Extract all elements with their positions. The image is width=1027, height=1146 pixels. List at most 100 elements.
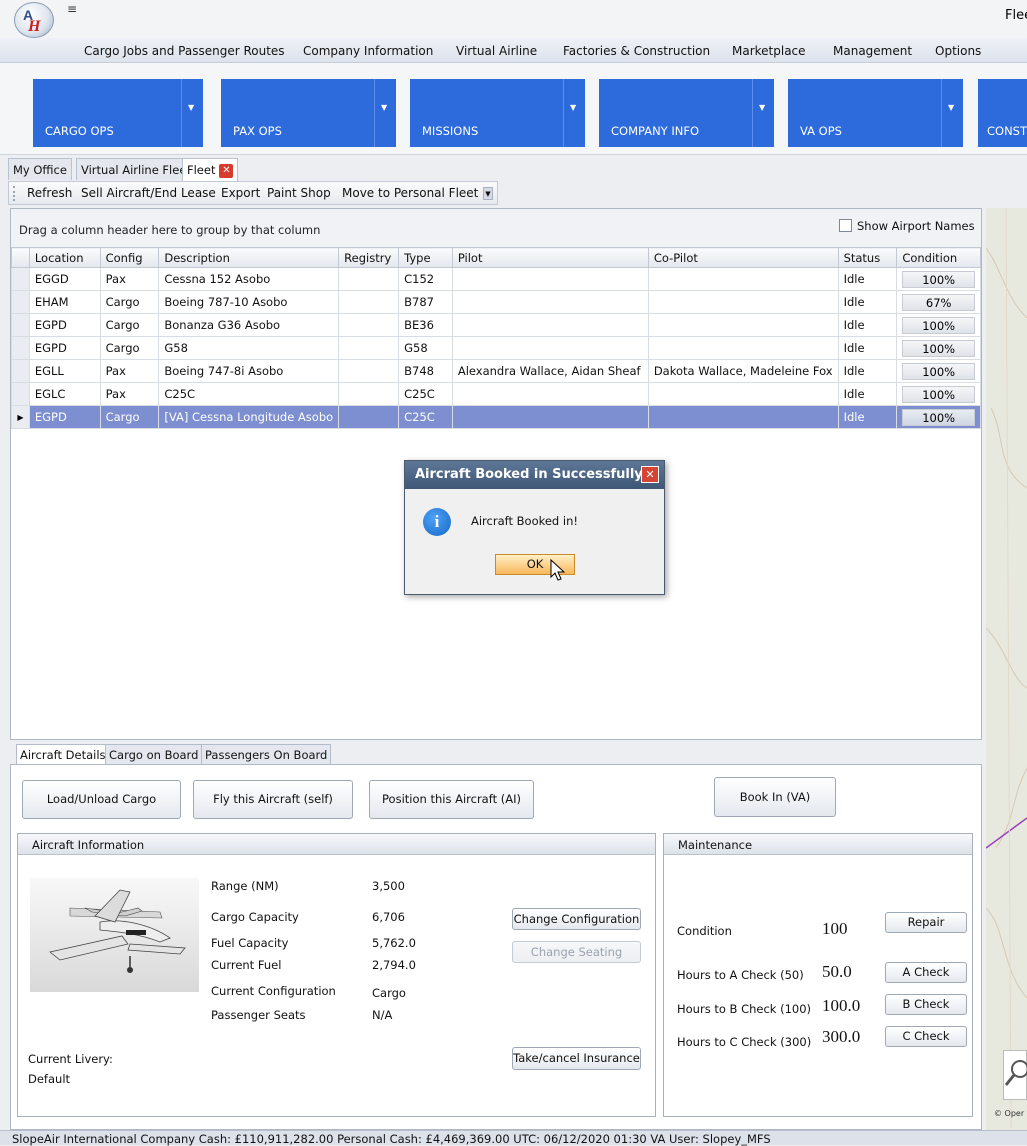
show-airport-names-checkbox[interactable]: Show Airport Names — [839, 219, 975, 233]
map-roads — [986, 208, 1027, 1129]
book-in-va-button[interactable]: Book In (VA) — [714, 777, 836, 817]
column-header-status[interactable]: Status — [837, 247, 898, 268]
dialog-title-bar[interactable]: Aircraft Booked in Successfully! ✕ — [405, 461, 664, 489]
cell-status: Idle — [837, 290, 898, 314]
tab-virtual-airline-fleet[interactable]: Virtual Airline Fleet — [76, 158, 196, 180]
maintenance-group: Maintenance Condition 100 Repair Hours t… — [663, 833, 973, 1117]
cell-config: Pax — [99, 382, 160, 406]
table-row[interactable]: EGPD Cargo Bonanza G36 Asobo BE36 Idle 1… — [11, 313, 981, 337]
row-indicator[interactable] — [11, 313, 30, 337]
move-to-personal-fleet-button[interactable]: Move to Personal Fleet — [342, 186, 478, 200]
menu-virtual-airline[interactable]: Virtual Airline — [456, 44, 537, 58]
table-row[interactable]: EGGD Pax Cessna 152 Asobo C152 Idle 100% — [11, 267, 981, 291]
menu-cargo-jobs[interactable]: Cargo Jobs and Passenger Routes — [84, 44, 285, 58]
current-configuration-value: Cargo — [372, 986, 406, 1000]
dialog-close-icon[interactable]: ✕ — [641, 466, 659, 483]
a-check-hours: 50.0 — [822, 962, 852, 981]
refresh-button[interactable]: Refresh — [27, 186, 72, 200]
passenger-seats-value: N/A — [372, 1008, 393, 1022]
column-header-condition[interactable]: Condition — [896, 247, 981, 268]
cell-location: EHAM — [28, 290, 101, 314]
ribbon-company-info[interactable]: COMPANY INFO ▼ — [599, 79, 774, 147]
table-row[interactable]: EGLC Pax C25C C25C Idle 100% — [11, 382, 981, 406]
ribbon-dropdown[interactable]: ▼ — [563, 79, 585, 147]
table-row-selected[interactable]: ▶ EGPD Cargo [VA] Cessna Longitude Asobo… — [11, 405, 981, 429]
ribbon-dropdown[interactable]: ▼ — [941, 79, 963, 147]
ribbon-cargo-ops[interactable]: CARGO OPS ▼ — [33, 79, 203, 147]
column-header-location[interactable]: Location — [28, 247, 101, 268]
change-configuration-button[interactable]: Change Configuration — [512, 908, 641, 930]
condition-bar: 100% — [902, 339, 975, 357]
repair-button[interactable]: Repair — [885, 912, 967, 933]
table-row[interactable]: EHAM Cargo Boeing 787-10 Asobo B787 Idle… — [11, 290, 981, 314]
cell-type: BE36 — [398, 313, 453, 337]
menu-options[interactable]: Options — [935, 44, 981, 58]
table-row[interactable]: EGPD Cargo G58 G58 Idle 100% — [11, 336, 981, 360]
ribbon-construction[interactable]: CONST — [978, 79, 1027, 147]
map-attribution[interactable]: © Oper — [994, 1109, 1024, 1118]
column-header-description[interactable]: Description — [158, 247, 340, 268]
c-check-button[interactable]: C Check — [885, 1026, 967, 1047]
position-ai-button[interactable]: Position this Aircraft (AI) — [369, 780, 534, 819]
row-indicator[interactable] — [11, 267, 30, 291]
row-indicator-header — [11, 247, 30, 268]
menu-factories-construction[interactable]: Factories & Construction — [563, 44, 710, 58]
cell-location: EGPD — [28, 336, 101, 360]
column-header-copilot[interactable]: Co-Pilot — [647, 247, 839, 268]
condition-bar: 100% — [902, 270, 975, 288]
ribbon-missions[interactable]: MISSIONS ▼ — [410, 79, 585, 147]
ribbon-va-ops[interactable]: VA OPS ▼ — [788, 79, 963, 147]
ribbon-dropdown[interactable]: ▼ — [374, 79, 396, 147]
ribbon-dropdown[interactable]: ▼ — [181, 79, 203, 147]
sell-aircraft-button[interactable]: Sell Aircraft/End Lease — [81, 186, 216, 200]
checkbox-box[interactable] — [839, 219, 852, 232]
tab-aircraft-details[interactable]: Aircraft Details — [16, 744, 110, 764]
row-indicator[interactable] — [11, 359, 30, 383]
group-by-area[interactable]: Drag a column header here to group by th… — [11, 209, 981, 247]
ribbon-pax-ops[interactable]: PAX OPS ▼ — [221, 79, 396, 147]
column-header-type[interactable]: Type — [398, 247, 453, 268]
app-logo-icon[interactable]: AH — [14, 2, 54, 38]
ribbon: CARGO OPS ▼ PAX OPS ▼ MISSIONS ▼ COMPANY… — [0, 63, 1027, 155]
tab-cargo-on-board[interactable]: Cargo on Board — [105, 744, 203, 764]
cell-condition: 100% — [896, 336, 981, 360]
row-indicator[interactable]: ▶ — [11, 405, 30, 429]
fly-self-button[interactable]: Fly this Aircraft (self) — [193, 780, 353, 819]
take-cancel-insurance-button[interactable]: Take/cancel Insurance — [512, 1047, 641, 1070]
menu-marketplace[interactable]: Marketplace — [732, 44, 806, 58]
toolbar-overflow-icon[interactable]: ▼ — [483, 187, 493, 200]
cell-description: Boeing 787-10 Asobo — [158, 290, 340, 314]
c-check-label: Hours to C Check (300) — [677, 1035, 812, 1049]
column-header-pilot[interactable]: Pilot — [451, 247, 649, 268]
cell-status: Idle — [837, 313, 898, 337]
tab-my-office[interactable]: My Office — [8, 158, 72, 180]
cell-description: Boeing 747-8i Asobo — [158, 359, 340, 383]
row-indicator[interactable] — [11, 290, 30, 314]
export-button[interactable]: Export — [221, 186, 260, 200]
ribbon-label: CARGO OPS — [45, 124, 114, 138]
row-indicator[interactable] — [11, 382, 30, 406]
menu-company-information[interactable]: Company Information — [303, 44, 433, 58]
tab-fleet[interactable]: Fleet ✕ — [182, 158, 239, 181]
cell-location: EGPD — [28, 313, 101, 337]
column-header-registry[interactable]: Registry — [338, 247, 400, 268]
a-check-button[interactable]: A Check — [885, 962, 967, 983]
change-seating-button[interactable]: Change Seating — [512, 941, 641, 963]
ribbon-dropdown[interactable]: ▼ — [752, 79, 774, 147]
condition-value: 100 — [822, 919, 848, 938]
row-indicator[interactable] — [11, 336, 30, 360]
condition-bar: 67% — [902, 293, 975, 311]
cell-registry — [338, 359, 400, 383]
menu-management[interactable]: Management — [833, 44, 912, 58]
b-check-button[interactable]: B Check — [885, 994, 967, 1015]
column-header-config[interactable]: Config — [99, 247, 160, 268]
map-view[interactable] — [986, 208, 1027, 1130]
table-row[interactable]: EGLL Pax Boeing 747-8i Asobo B748 Alexan… — [11, 359, 981, 383]
tab-passengers-on-board[interactable]: Passengers On Board — [201, 744, 332, 764]
quick-access-dropdown-icon[interactable]: ≡ — [62, 2, 82, 18]
load-unload-cargo-button[interactable]: Load/Unload Cargo — [22, 780, 181, 819]
paint-shop-button[interactable]: Paint Shop — [267, 186, 331, 200]
toolbar-grip-icon[interactable] — [13, 186, 16, 201]
map-zoom-search-icon[interactable] — [1003, 1050, 1027, 1100]
close-icon[interactable]: ✕ — [219, 163, 234, 178]
